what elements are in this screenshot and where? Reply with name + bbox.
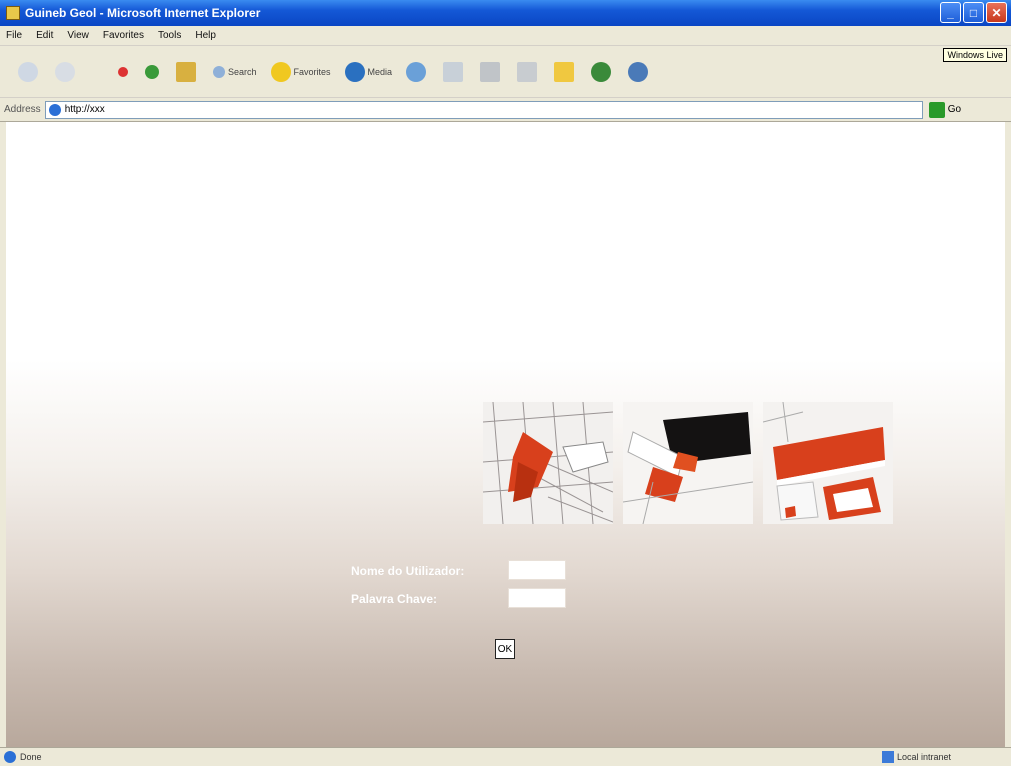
media-icon [344,61,365,82]
menu-help[interactable]: Help [195,30,216,41]
ok-label: OK [497,643,513,655]
ie-app-icon [6,6,20,20]
favorites-label: Favorites [293,66,331,77]
go-label: Go [947,104,962,115]
password-label: Palavra Chave: [351,592,438,606]
history-button[interactable] [406,61,429,82]
mail-icon [443,61,464,82]
media-button[interactable]: Media [344,61,393,82]
address-input[interactable]: http://xxx [44,100,923,119]
mail-button[interactable] [443,61,466,82]
status-text: Done [20,752,42,762]
menu-view[interactable]: View [67,30,89,41]
page-content: Nome do Utilizador: Palavra Chave: OK [6,122,1005,747]
edit-button[interactable] [517,61,540,82]
aerial-photo-2 [623,402,753,524]
password-input[interactable] [508,588,566,608]
refresh-icon [145,64,159,79]
search-label: Search [228,66,257,77]
research-icon [628,61,649,82]
address-bar: Address http://xxx Go [0,98,1011,122]
history-icon [406,61,427,82]
address-value: http://xxx [64,104,105,115]
tooltip: Windows Live [943,48,1007,62]
window-controls: _ □ ✕ [940,2,1007,23]
menu-tools[interactable]: Tools [158,30,181,41]
go-button[interactable]: Go [928,101,962,118]
go-arrow-icon [928,101,945,118]
window-title: Guineb Geol - Microsoft Internet Explore… [25,6,261,20]
aerial-photo-3 [763,402,893,524]
back-button[interactable] [18,61,41,82]
menu-file[interactable]: File [6,30,22,41]
minimize-button[interactable]: _ [940,2,961,23]
address-label: Address [4,104,41,115]
back-icon [18,61,38,82]
zone-label: Local intranet [896,752,951,762]
messenger-button[interactable] [591,61,614,82]
aerial-photo-1 [483,402,613,524]
title-bar: Guineb Geol - Microsoft Internet Explore… [0,0,1011,26]
home-button[interactable] [176,61,199,82]
maximize-button[interactable]: □ [963,2,984,23]
forward-button[interactable] [55,61,78,82]
search-icon [213,65,225,78]
stop-icon [118,66,128,77]
refresh-button[interactable] [145,64,162,79]
folder-button[interactable] [554,61,577,82]
print-button[interactable] [480,61,503,82]
close-button[interactable]: ✕ [986,2,1007,23]
status-page-icon [4,751,16,763]
menu-edit[interactable]: Edit [36,30,53,41]
status-bar: Done Local intranet [0,747,1011,766]
forward-icon [55,61,75,82]
username-label: Nome do Utilizador: [351,564,465,578]
home-icon [176,61,196,82]
stop-button[interactable] [118,66,131,77]
folder-icon [554,61,575,82]
edit-icon [517,61,538,82]
username-input[interactable] [508,560,566,580]
star-icon [270,61,291,82]
print-icon [480,61,501,82]
menu-bar: File Edit View Favorites Tools Help [0,26,1011,46]
research-button[interactable] [628,61,651,82]
menu-favorites[interactable]: Favorites [103,30,144,41]
messenger-icon [591,61,612,82]
intranet-icon [881,751,894,763]
media-label: Media [367,66,393,77]
ok-button[interactable]: OK [495,639,515,659]
toolbar: Search Favorites Media [0,46,1011,98]
security-zone: Local intranet [881,751,951,763]
browser-window: Guineb Geol - Microsoft Internet Explore… [0,0,1011,766]
favorites-button[interactable]: Favorites [270,61,331,82]
page-icon [48,103,61,116]
search-button[interactable]: Search [213,65,257,78]
